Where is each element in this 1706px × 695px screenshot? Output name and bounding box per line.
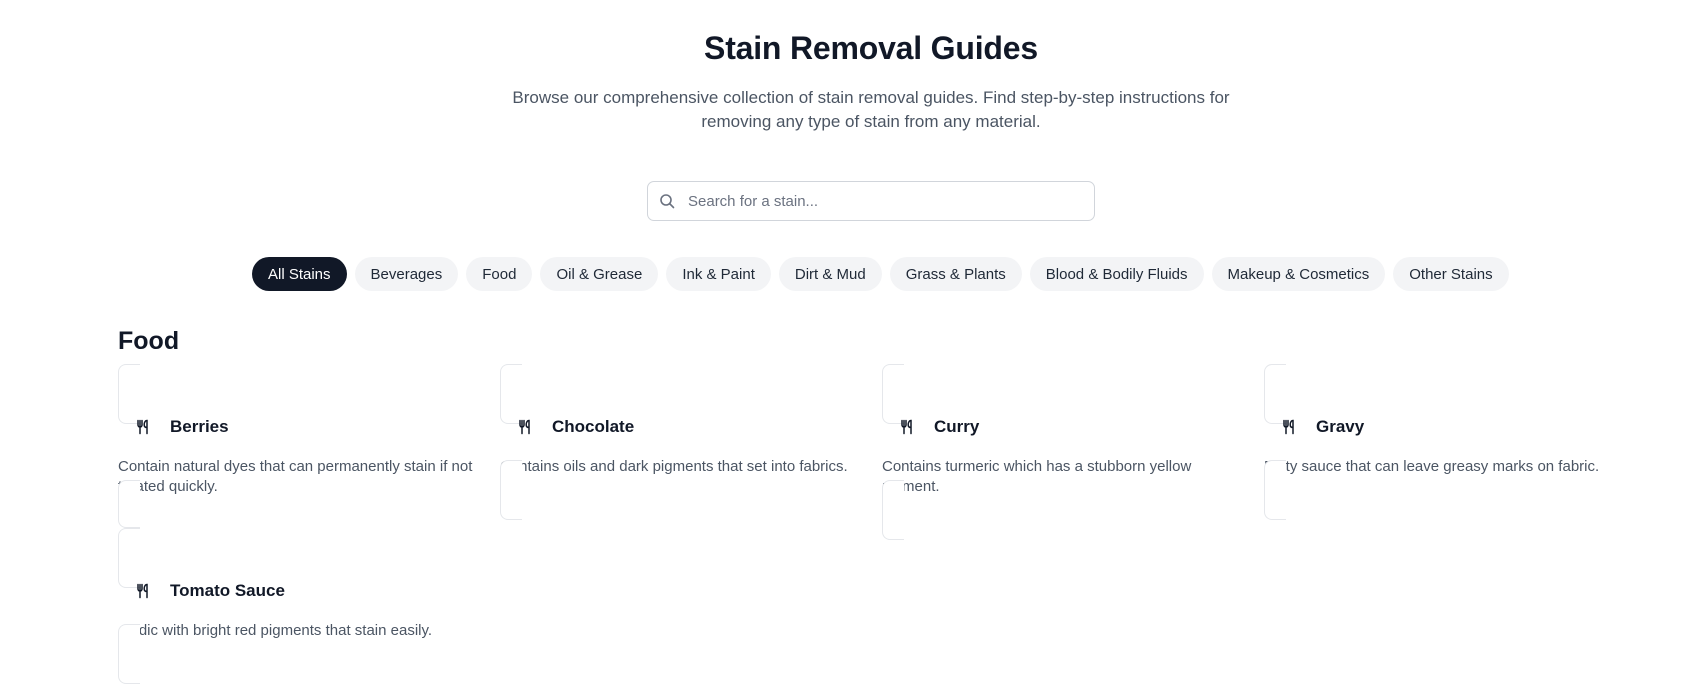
stain-card-curry[interactable]: Curry Contains turmeric which has a stub… [882, 364, 1252, 540]
utensils-icon [894, 414, 920, 440]
card-border [882, 480, 904, 540]
filter-blood-bodily-fluids[interactable]: Blood & Bodily Fluids [1029, 257, 1204, 291]
card-title: Chocolate [552, 417, 635, 436]
page-subtitle-wrap: Browse our comprehensive collection of s… [0, 86, 1706, 134]
filter-makeup-cosmetics[interactable]: Makeup & Cosmetics [1211, 257, 1386, 291]
filter-grass-plants[interactable]: Grass & Plants [889, 257, 1022, 291]
filter-food[interactable]: Food [466, 257, 533, 291]
card-border [1264, 460, 1286, 520]
stain-card-berries[interactable]: Berries Contain natural dyes that can pe… [118, 364, 488, 528]
card-description: Contains turmeric which has a stubborn y… [882, 457, 1252, 499]
utensils-icon [130, 578, 156, 604]
utensils-icon [130, 414, 156, 440]
card-title: Curry [934, 417, 980, 436]
card-header: Curry [894, 414, 979, 440]
card-border [500, 460, 522, 520]
card-border [118, 624, 140, 684]
utensils-icon [1276, 414, 1302, 440]
filter-ink-paint[interactable]: Ink & Paint [666, 257, 771, 291]
search-box[interactable] [647, 181, 1095, 221]
card-header: Tomato Sauce [130, 578, 285, 604]
section-title: Food [118, 327, 180, 355]
card-border [118, 480, 140, 528]
filter-all-stains[interactable]: All Stains [252, 257, 347, 291]
page-title: Stain Removal Guides [704, 30, 1038, 66]
filter-dirt-mud[interactable]: Dirt & Mud [778, 257, 882, 291]
filter-oil-grease[interactable]: Oil & Grease [540, 257, 659, 291]
card-description: Contains oils and dark pigments that set… [500, 457, 870, 499]
card-header: Chocolate [512, 414, 634, 440]
card-description: Fatty sauce that can leave greasy marks … [1264, 457, 1634, 499]
stain-card-tomato-sauce[interactable]: Tomato Sauce Acidic with bright red pigm… [118, 528, 488, 688]
search-input[interactable] [648, 182, 1094, 220]
card-description: Contain natural dyes that can permanentl… [118, 457, 488, 499]
utensils-icon [512, 414, 538, 440]
search-icon [659, 193, 675, 209]
card-title: Berries [170, 417, 229, 436]
filter-beverages[interactable]: Beverages [354, 257, 459, 291]
page-subtitle: Browse our comprehensive collection of s… [512, 88, 1230, 131]
filter-other-stains[interactable]: Other Stains [1393, 257, 1509, 291]
stain-card-gravy[interactable]: Gravy Fatty sauce that can leave greasy … [1264, 364, 1634, 524]
stain-card-chocolate[interactable]: Chocolate Contains oils and dark pigment… [500, 364, 870, 524]
card-header: Gravy [1276, 414, 1364, 440]
card-title: Tomato Sauce [170, 581, 285, 600]
card-description: Acidic with bright red pigments that sta… [118, 621, 488, 663]
category-filters: All Stains Beverages Food Oil & Grease I… [252, 257, 1509, 291]
card-header: Berries [130, 414, 229, 440]
card-title: Gravy [1316, 417, 1365, 436]
